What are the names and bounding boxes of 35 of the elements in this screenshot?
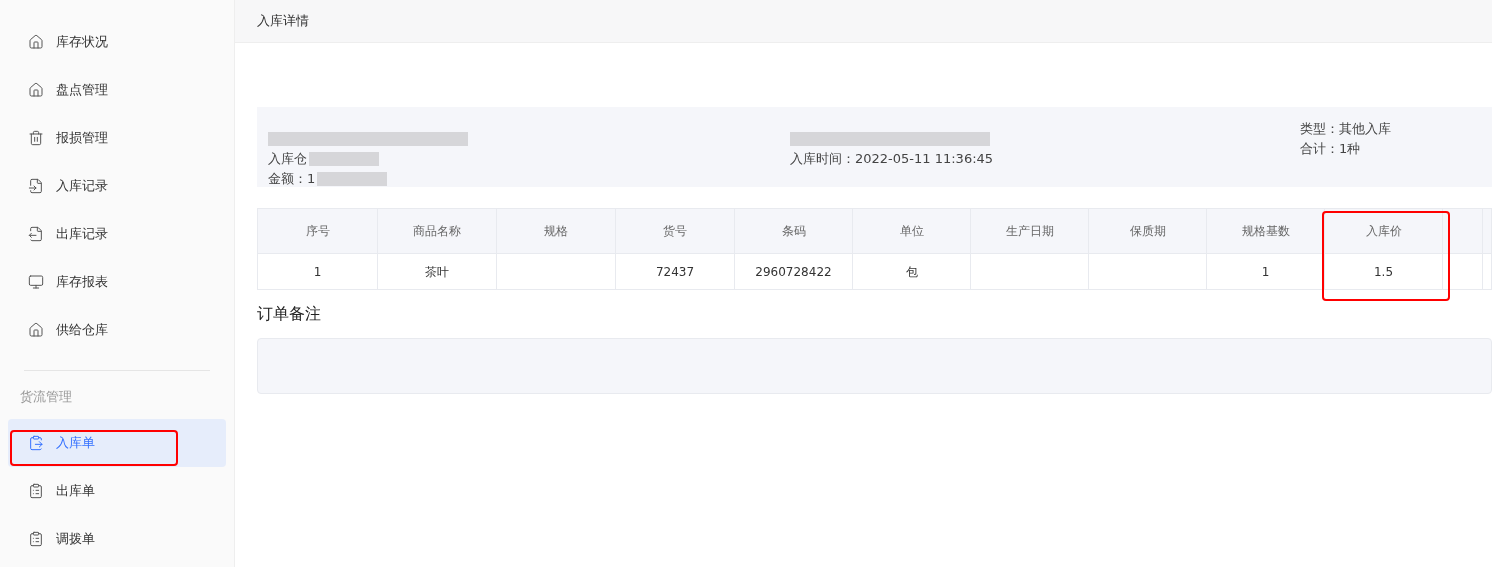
sidebar-item[interactable]: 盘点管理 [8,66,226,114]
info-text: 入库仓 [268,150,307,168]
sidebar-item[interactable]: 出库单 [8,466,226,515]
table-cell: 1 [258,254,378,289]
column-header: 规格 [497,209,616,253]
column-header: 保质期 [1089,209,1207,253]
table-cell: 2960728422 [735,254,853,289]
section-heading: 订单备注 [257,303,322,325]
sidebar-item[interactable]: 库存报表 [8,258,226,306]
column-header: 序号 [258,209,378,253]
sidebar-item[interactable]: 入库单 [8,418,226,467]
table-cell: 茶叶 [378,254,497,289]
info-text: 金额：1 [268,170,316,188]
table-cell: 1.5 [1325,254,1443,289]
table-cell: 72437 [616,254,735,289]
table-cell: 1 [1207,254,1325,289]
column-header: 单位 [853,209,971,253]
column-header: 生产日期 [971,209,1089,253]
info-text: 入库时间：2022-05-11 11:36:45 [790,150,994,168]
sidebar-item[interactable]: 供给仓库 [8,306,226,354]
sidebar-item[interactable]: 库存状况 [8,18,226,66]
column-header: 条码 [735,209,853,253]
column-header: 规格基数 [1207,209,1325,253]
sidebar-item[interactable]: 入库记录 [8,162,226,210]
section-title: 货流管理 [19,388,73,406]
info-text: 类型：其他入库 [1300,120,1391,138]
info-text: 合计：1种 [1300,140,1361,158]
sidebar-item[interactable]: 出库记录 [8,210,226,258]
column-header: 商品名称 [378,209,497,253]
sidebar-item[interactable]: 报损管理 [8,114,226,162]
sidebar-item[interactable]: 调拨单 [8,514,226,563]
table-cell: 包 [853,254,971,289]
page-title: 入库详情 [257,12,309,31]
column-header: 入库价 [1325,209,1443,253]
column-header: 货号 [616,209,735,253]
